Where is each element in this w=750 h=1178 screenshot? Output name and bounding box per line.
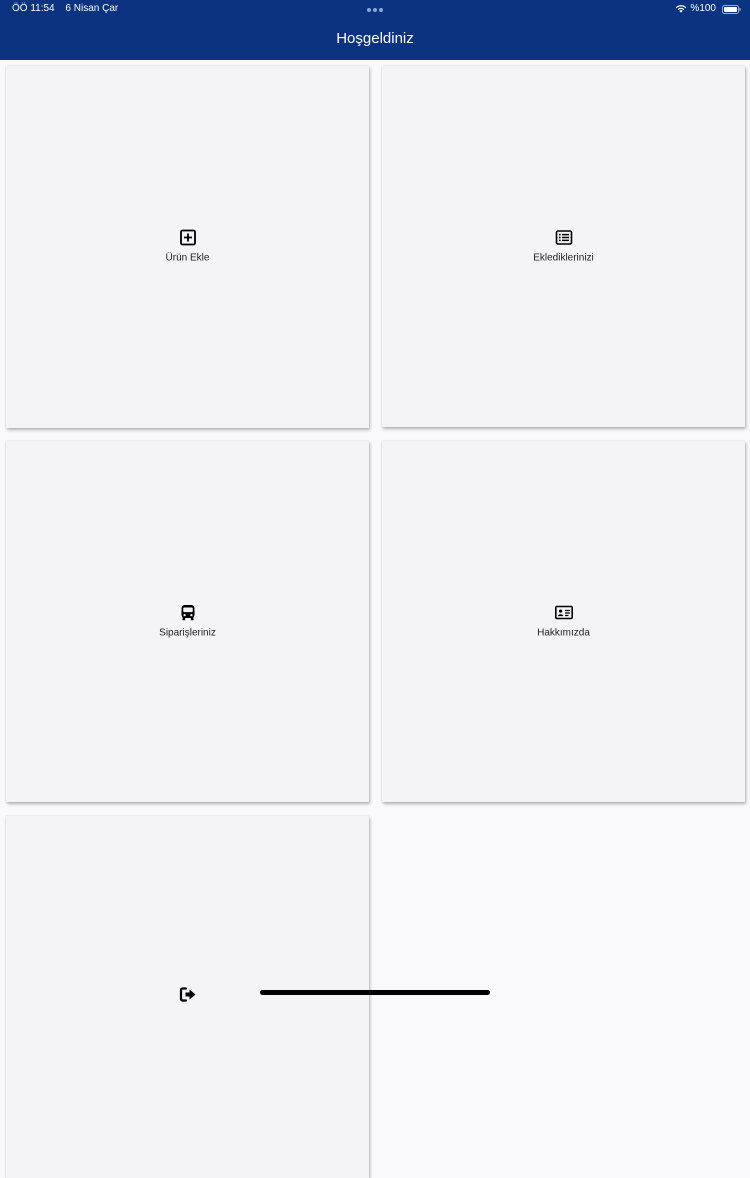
menu-card-label: Hakkımızda (537, 627, 590, 638)
menu-card-label: Eklediklerinizi (533, 252, 594, 263)
page-title: Hoşgeldiniz (336, 30, 414, 47)
sign-out-icon (179, 987, 195, 1002)
menu-card-orders[interactable]: Siparişleriniz (6, 441, 369, 802)
status-date: 6 Nisan Çar (65, 3, 119, 14)
status-bar-left: ÖÖ 11:54 6 Nisan Çar (12, 3, 118, 14)
home-indicator[interactable] (260, 990, 490, 995)
menu-card-add-product[interactable]: Ürün Ekle (6, 66, 369, 428)
multitasking-dots-icon[interactable] (367, 8, 383, 12)
list-icon (555, 229, 572, 245)
menu-card-label: Siparişleriniz (159, 627, 216, 638)
id-card-icon (554, 605, 573, 619)
app-header: ÖÖ 11:54 6 Nisan Çar %100 Hoşgeldiniz (0, 0, 750, 60)
battery-percent: %100 (690, 3, 716, 14)
bus-icon (181, 604, 194, 620)
plus-square-icon (179, 229, 196, 246)
wifi-icon (676, 5, 687, 13)
status-bar-right: %100 (675, 3, 716, 14)
menu-card-added-items[interactable]: Eklediklerinizi (382, 66, 745, 427)
menu-card-label: Ürün Ekle (165, 252, 210, 264)
battery-icon (722, 5, 741, 14)
menu-card-about[interactable]: Hakkımızda (382, 441, 745, 802)
menu-card-logout[interactable] (6, 816, 369, 1178)
status-time: ÖÖ 11:54 (12, 3, 55, 14)
